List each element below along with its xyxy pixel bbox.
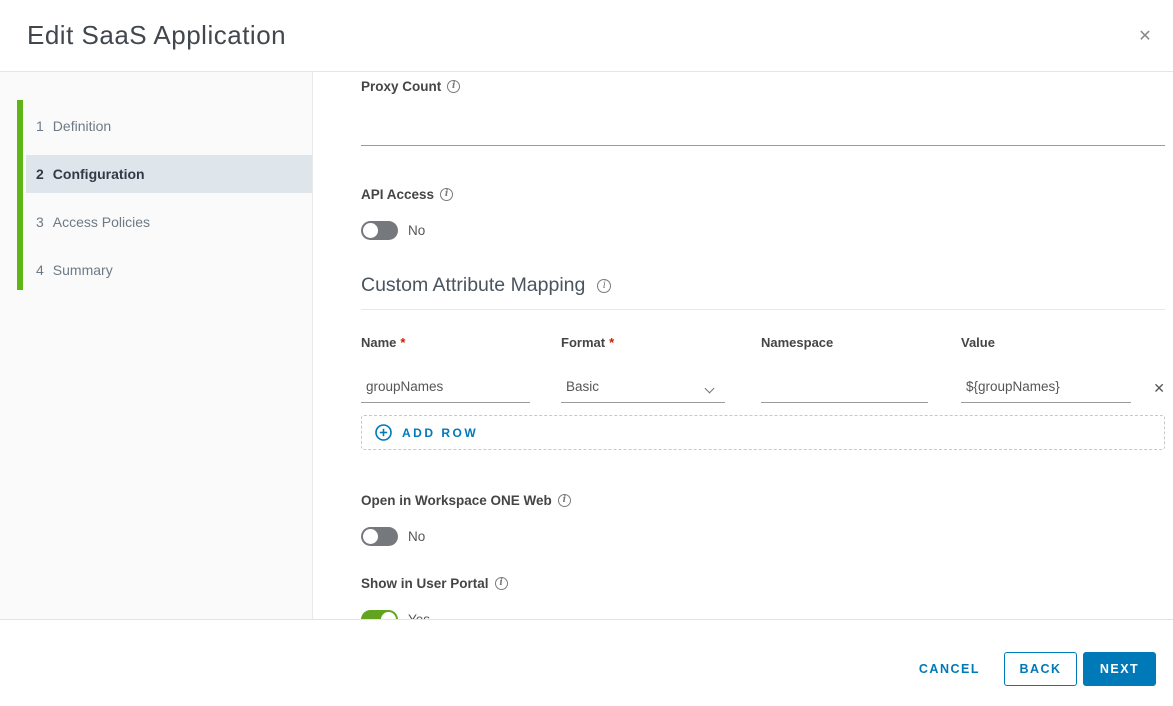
close-icon[interactable]: ✕ — [1131, 25, 1159, 49]
mapping-table-header: Name * Format * Namespace Value — [361, 335, 1165, 350]
step-number: 1 — [36, 118, 44, 134]
show-in-user-portal-label: Show in User Portal i — [361, 576, 1165, 591]
wizard-steps-sidebar: 1 Definition 2 Configuration 3 Access Po… — [0, 72, 313, 619]
show-in-user-portal-state: Yes — [408, 612, 430, 620]
dialog-body: 1 Definition 2 Configuration 3 Access Po… — [0, 72, 1173, 620]
mapping-table-row: ✕ — [361, 377, 1165, 403]
step-label: Access Policies — [53, 214, 150, 230]
remove-row-icon[interactable]: ✕ — [1153, 380, 1165, 403]
info-icon[interactable]: i — [440, 188, 453, 201]
sidebar-item-access-policies[interactable]: 3 Access Policies — [26, 203, 312, 241]
column-header-namespace: Namespace — [761, 335, 961, 350]
step-label: Definition — [53, 118, 111, 134]
name-cell — [361, 377, 561, 403]
next-button[interactable]: NEXT — [1083, 652, 1156, 686]
step-label: Summary — [53, 262, 113, 278]
proxy-count-label-text: Proxy Count — [361, 79, 441, 94]
api-access-toggle[interactable] — [361, 221, 398, 240]
configuration-form: Proxy Count i API Access i No Custom Att… — [313, 72, 1173, 619]
column-label: Namespace — [761, 335, 833, 350]
api-access-label: API Access i — [361, 187, 1165, 202]
step-number: 4 — [36, 262, 44, 278]
attribute-value-input[interactable] — [961, 377, 1131, 403]
info-icon[interactable]: i — [558, 494, 571, 507]
show-in-user-portal-toggle[interactable] — [361, 610, 398, 620]
namespace-cell — [761, 377, 961, 403]
add-row-label: ADD ROW — [402, 426, 478, 440]
plus-circle-icon — [375, 424, 392, 441]
back-button[interactable]: BACK — [1004, 652, 1077, 686]
sidebar-item-summary[interactable]: 4 Summary — [26, 251, 312, 289]
add-row-button[interactable]: ADD ROW — [361, 415, 1165, 450]
format-cell — [561, 377, 761, 403]
step-list: 1 Definition 2 Configuration 3 Access Po… — [26, 107, 312, 299]
step-number: 3 — [36, 214, 44, 230]
info-icon[interactable]: i — [495, 577, 508, 590]
dialog-footer: CANCEL BACK NEXT — [0, 620, 1173, 706]
sidebar-item-configuration[interactable]: 2 Configuration — [26, 155, 312, 193]
api-access-state: No — [408, 223, 425, 238]
namespace-input[interactable] — [761, 377, 928, 403]
heading-text: Custom Attribute Mapping — [361, 274, 585, 297]
cancel-button[interactable]: CANCEL — [915, 652, 984, 686]
proxy-count-input[interactable] — [361, 117, 1165, 146]
column-label: Name — [361, 335, 396, 350]
attribute-name-input[interactable] — [361, 377, 530, 403]
required-marker: * — [400, 335, 405, 350]
step-label: Configuration — [53, 166, 145, 182]
api-access-toggle-row: No — [361, 221, 1165, 240]
open-in-workspace-one-web-state: No — [408, 529, 425, 544]
column-label: Format — [561, 335, 605, 350]
open-in-workspace-one-web-toggle-row: No — [361, 527, 1165, 546]
section-divider — [361, 309, 1165, 310]
edit-saas-application-dialog: Edit SaaS Application ✕ 1 Definition 2 C… — [0, 0, 1173, 706]
wizard-progress-bar — [17, 100, 23, 290]
column-header-format: Format * — [561, 335, 761, 350]
sidebar-item-definition[interactable]: 1 Definition — [26, 107, 312, 145]
open-in-workspace-one-web-label-text: Open in Workspace ONE Web — [361, 493, 552, 508]
format-select-value[interactable] — [561, 377, 725, 403]
step-number: 2 — [36, 166, 44, 182]
column-header-name: Name * — [361, 335, 561, 350]
required-marker: * — [609, 335, 614, 350]
open-in-workspace-one-web-toggle[interactable] — [361, 527, 398, 546]
column-label: Value — [961, 335, 995, 350]
api-access-label-text: API Access — [361, 187, 434, 202]
format-select[interactable] — [561, 377, 725, 403]
show-in-user-portal-label-text: Show in User Portal — [361, 576, 489, 591]
page-title: Edit SaaS Application — [27, 20, 1173, 51]
info-icon[interactable]: i — [597, 279, 611, 293]
column-header-value: Value — [961, 335, 1131, 350]
open-in-workspace-one-web-label: Open in Workspace ONE Web i — [361, 493, 1165, 508]
proxy-count-label: Proxy Count i — [361, 79, 1165, 94]
value-cell — [961, 377, 1131, 403]
dialog-header: Edit SaaS Application ✕ — [0, 0, 1173, 72]
info-icon[interactable]: i — [447, 80, 460, 93]
custom-attribute-mapping-heading: Custom Attribute Mapping i — [361, 274, 1165, 297]
show-in-user-portal-toggle-row: Yes — [361, 610, 1165, 620]
